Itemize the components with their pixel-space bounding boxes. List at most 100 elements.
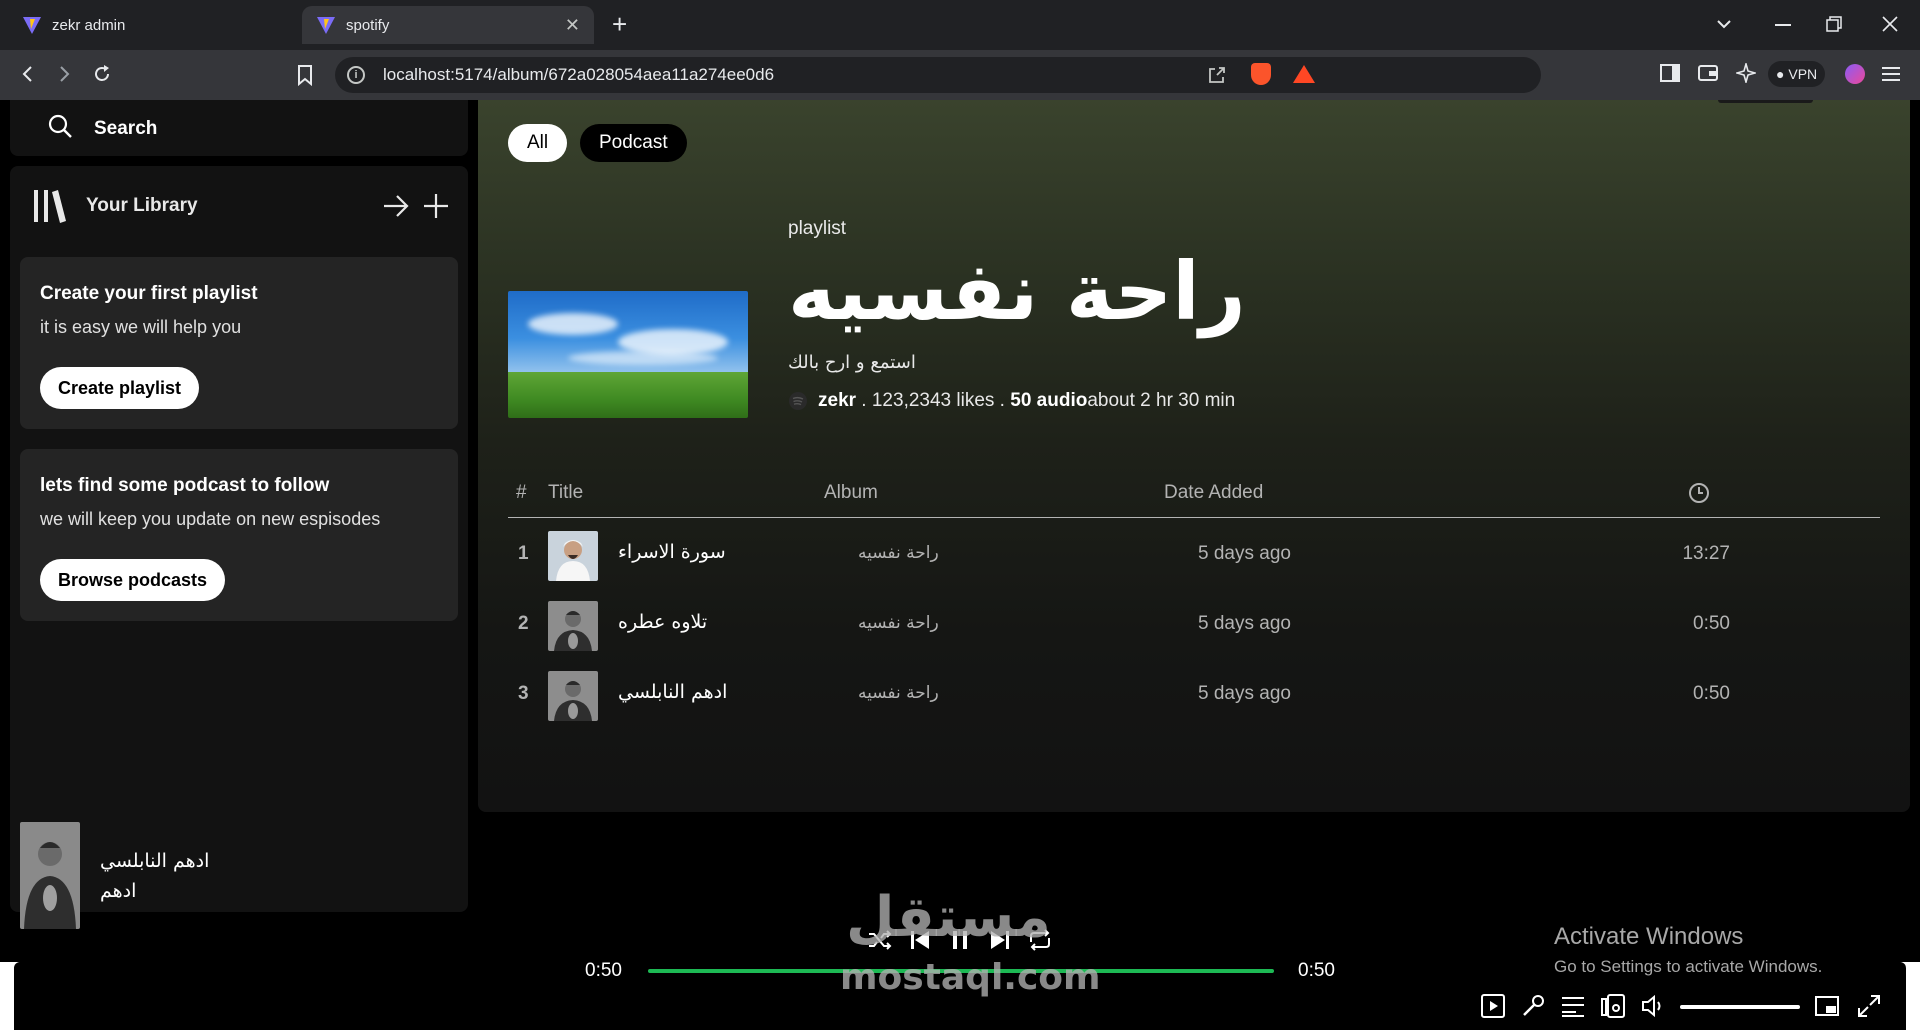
playlist-description: استمع و ارح بالك xyxy=(788,352,916,373)
track-row[interactable]: 2 تلاوه عطره راحة نفسيه 5 days ago 0:50 xyxy=(508,593,1880,655)
share-icon[interactable] xyxy=(1207,65,1227,85)
search-nav[interactable]: Search xyxy=(10,100,468,156)
tab-zekr-admin[interactable]: zekr admin xyxy=(8,6,298,44)
track-title[interactable]: ادهم النابلسي xyxy=(618,681,727,703)
wallet-icon[interactable] xyxy=(1698,64,1718,82)
track-album[interactable]: راحة نفسيه xyxy=(858,683,939,703)
restore-icon[interactable] xyxy=(1826,16,1842,32)
card-title: Create your first playlist xyxy=(40,283,258,304)
vite-icon xyxy=(317,17,335,34)
connect-device-icon[interactable] xyxy=(1600,993,1626,1019)
right-edge-marker xyxy=(1898,962,1920,1030)
track-duration: 0:50 xyxy=(1693,613,1730,634)
total-time: 0:50 xyxy=(1298,960,1335,981)
menu-icon[interactable] xyxy=(1882,66,1900,82)
track-thumbnail xyxy=(548,671,598,721)
browse-podcasts-card: lets find some podcast to follow we will… xyxy=(20,449,458,621)
tab-search-icon[interactable] xyxy=(1716,16,1732,32)
left-edge-marker xyxy=(0,962,22,1030)
profile-icon[interactable] xyxy=(1845,64,1865,84)
now-playing-view-icon[interactable] xyxy=(1480,993,1506,1019)
card-subtitle: it is easy we will help you xyxy=(40,317,242,337)
library-panel: Your Library Create your first playlist … xyxy=(10,166,468,912)
track-table-header: # Title Album Date Added xyxy=(508,470,1880,518)
arrow-right-icon[interactable] xyxy=(382,192,410,220)
cover-cloud xyxy=(528,313,618,335)
track-title[interactable]: سورة الاسراء xyxy=(618,541,726,563)
now-playing-title[interactable]: ادهم النابلسي xyxy=(100,850,209,872)
artist-avatar-icon xyxy=(548,601,598,651)
plus-icon[interactable] xyxy=(422,192,450,220)
sidebar-toggle-icon[interactable] xyxy=(1660,64,1680,82)
playlist-count: 50 audio xyxy=(1010,390,1088,411)
spotify-logo-icon xyxy=(789,392,807,410)
library-icon xyxy=(34,190,66,223)
track-number: 3 xyxy=(518,683,529,704)
track-number: 1 xyxy=(518,543,529,564)
track-row[interactable]: 3 ادهم النابلسي راحة نفسيه 5 days ago 0:… xyxy=(508,663,1880,725)
playlist-type: playlist xyxy=(788,218,847,239)
clock-icon xyxy=(1689,483,1709,503)
activate-subtitle: Go to Settings to activate Windows. xyxy=(1554,957,1823,976)
browse-podcasts-button[interactable]: Browse podcasts xyxy=(40,559,226,601)
now-playing-thumbnail[interactable] xyxy=(20,822,80,929)
tab-spotify[interactable]: spotify ✕ xyxy=(302,6,594,44)
address-bar[interactable]: i localhost:5174/album/672a028054aea11a2… xyxy=(335,57,1541,93)
miniplayer-icon[interactable] xyxy=(1814,993,1840,1019)
create-playlist-card: Create your first playlist it is easy we… xyxy=(20,257,458,429)
watermark-arabic: مستقل xyxy=(846,885,1051,950)
cover-grass xyxy=(508,372,748,418)
bookmark-icon[interactable] xyxy=(296,64,314,86)
header-edge xyxy=(1718,100,1813,103)
header-number: # xyxy=(516,482,527,503)
track-title[interactable]: تلاوه عطره xyxy=(618,611,707,633)
search-label: Search xyxy=(94,118,158,139)
tab-title: spotify xyxy=(346,16,390,34)
forward-icon[interactable] xyxy=(54,64,74,84)
header-album: Album xyxy=(824,482,878,503)
volume-icon[interactable] xyxy=(1640,993,1666,1019)
close-window-icon[interactable] xyxy=(1882,16,1898,32)
url-text[interactable]: localhost:5174/album/672a028054aea11a274… xyxy=(383,65,774,85)
track-date-added: 5 days ago xyxy=(1198,613,1291,634)
cover-cloud xyxy=(568,351,718,365)
reciter-avatar-icon xyxy=(548,531,598,581)
brave-rewards-icon[interactable] xyxy=(1293,65,1315,83)
filter-chip-all[interactable]: All xyxy=(508,124,568,162)
watermark: مستقل mostaql.com xyxy=(840,885,1101,1003)
track-row[interactable]: 1 سورة الاسراء راحة نفسيه 5 days ago 13:… xyxy=(508,523,1880,585)
close-tab-icon[interactable]: ✕ xyxy=(565,15,580,36)
filter-chip-podcast[interactable]: Podcast xyxy=(580,124,687,162)
create-playlist-button[interactable]: Create playlist xyxy=(40,367,200,409)
fullscreen-icon[interactable] xyxy=(1856,993,1882,1019)
main-content: All Podcast playlist راحة نفسيه استمع و … xyxy=(478,100,1910,812)
header-date-added: Date Added xyxy=(1164,482,1264,503)
track-date-added: 5 days ago xyxy=(1198,683,1291,704)
track-thumbnail xyxy=(548,531,598,581)
back-icon[interactable] xyxy=(18,64,38,84)
playlist-meta: zekr . 123,2343 likes . 50 audio about 2 … xyxy=(788,390,1235,412)
new-tab-icon[interactable]: + xyxy=(612,10,627,38)
now-playing-artist[interactable]: ادهم xyxy=(100,880,136,902)
vpn-button[interactable]: ● VPN xyxy=(1768,61,1826,87)
artist-avatar-icon xyxy=(548,671,598,721)
browser-tab-bar: zekr admin spotify ✕ + xyxy=(0,0,1920,50)
card-title: lets find some podcast to follow xyxy=(40,475,330,496)
queue-icon[interactable] xyxy=(1560,993,1586,1019)
brave-shields-icon[interactable] xyxy=(1251,63,1271,85)
browser-toolbar: i localhost:5174/album/672a028054aea11a2… xyxy=(0,50,1920,100)
search-icon xyxy=(48,114,72,138)
header-title: Title xyxy=(548,482,584,503)
leo-ai-icon[interactable] xyxy=(1736,63,1756,83)
minimize-icon[interactable] xyxy=(1775,24,1791,26)
artist-avatar-icon xyxy=(20,822,80,929)
volume-slider[interactable] xyxy=(1680,1005,1800,1009)
track-album[interactable]: راحة نفسيه xyxy=(858,613,939,633)
library-label: Your Library xyxy=(86,195,198,216)
track-album[interactable]: راحة نفسيه xyxy=(858,543,939,563)
reload-icon[interactable] xyxy=(92,64,112,84)
mic-lyrics-icon[interactable] xyxy=(1520,993,1546,1019)
site-info-icon[interactable]: i xyxy=(347,66,365,84)
playlist-owner[interactable]: zekr xyxy=(818,390,856,412)
library-header[interactable]: Your Library xyxy=(32,188,198,224)
